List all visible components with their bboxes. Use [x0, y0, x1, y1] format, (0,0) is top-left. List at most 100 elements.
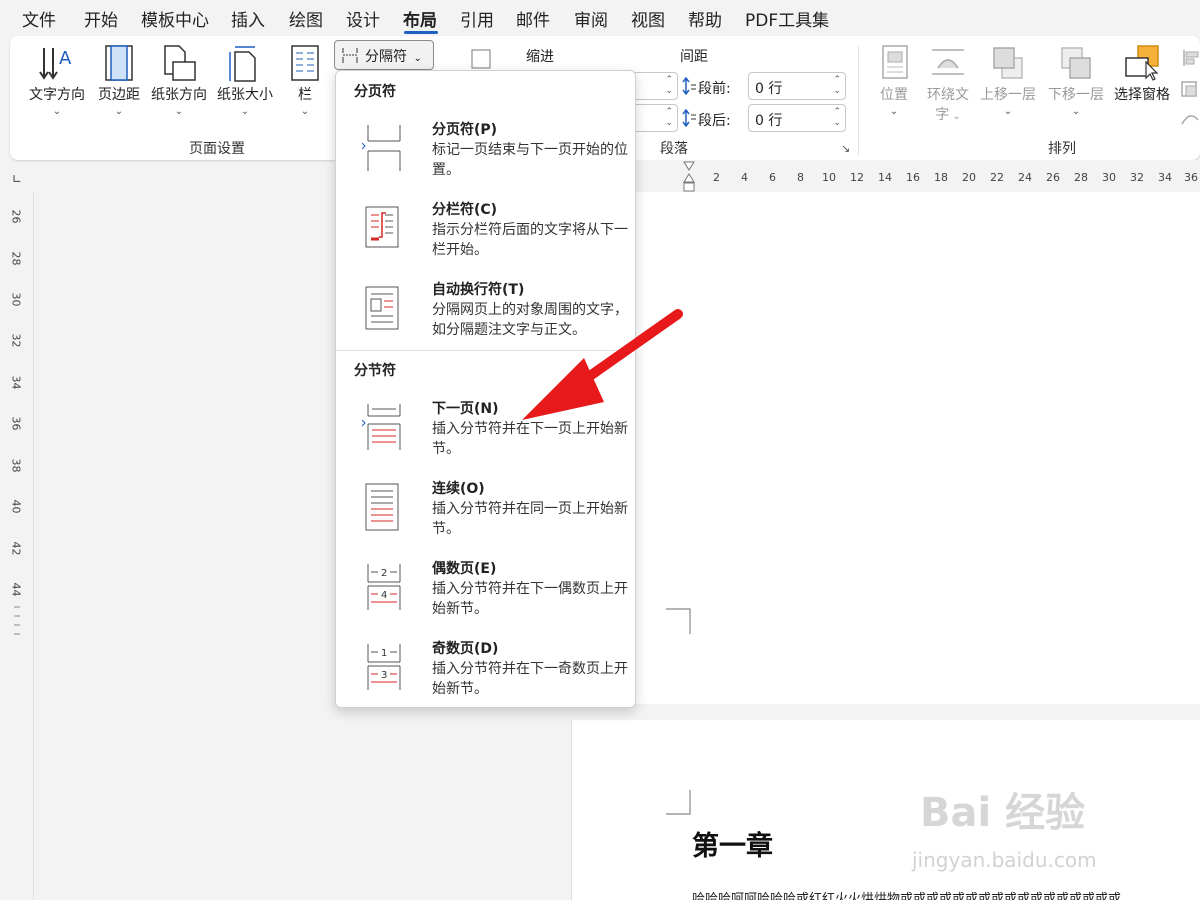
indent-marker-icon[interactable]: [682, 160, 696, 192]
ruler-minor-ticks: [14, 606, 20, 635]
tab-file[interactable]: 文件: [22, 6, 56, 31]
tab-references[interactable]: 引用: [460, 6, 494, 31]
space-before-value: 0 行: [755, 81, 783, 97]
ruler-tick: 2: [713, 171, 720, 184]
page-break-item[interactable]: 分页符(P) 标记一页结束与下一页开始的位置。: [338, 119, 634, 197]
paper-size-icon: [229, 46, 256, 82]
orientation-icon: [164, 45, 196, 81]
selection-pane-button[interactable]: 选择窗格: [1110, 44, 1174, 104]
continuous-section-item[interactable]: 连续(O) 插入分节符并在同一页上开始新节。: [338, 478, 634, 556]
svg-text:4: 4: [381, 590, 387, 601]
space-after-field[interactable]: 0 行 ⌃ ⌄: [748, 104, 846, 132]
column-break-desc: 指示分栏符后面的文字将从下一栏开始。: [432, 222, 628, 258]
chevron-down-icon: ⌄: [300, 106, 310, 117]
spinner-icon: ⌃ ⌄: [665, 75, 673, 96]
spacing-title: 间距: [680, 49, 708, 65]
tab-review[interactable]: 审阅: [574, 6, 608, 31]
next-page-desc: 插入分节符并在下一页上开始新节。: [432, 421, 628, 457]
chevron-down-icon: ⌄: [114, 106, 124, 117]
even-page-title: 偶数页(E): [432, 561, 497, 577]
spinner-icon: ⌃ ⌄: [833, 107, 841, 128]
text-wrapping-break-item[interactable]: 自动换行符(T) 分隔网页上的对象周围的文字，如分隔题注文字与正文。: [338, 279, 634, 357]
columns-label: 栏: [298, 87, 312, 103]
selection-pane-label: 选择窗格: [1114, 87, 1170, 103]
ruler-tick: 22: [990, 171, 1004, 184]
text-direction-label: 文字方向: [29, 87, 85, 103]
text-wrapping-break-desc: 分隔网页上的对象周围的文字，如分隔题注文字与正文。: [432, 302, 628, 338]
ruler-tick: 34: [9, 375, 23, 390]
chevron-down-icon: ⌄: [949, 111, 961, 122]
wrap-text-label: 环绕文: [927, 87, 969, 103]
page-break-desc: 标记一页结束与下一页开始的位置。: [432, 142, 628, 178]
send-backward-label: 下移一层: [1048, 87, 1104, 103]
ruler-tick: 40: [9, 499, 23, 514]
orientation-label: 纸张方向: [151, 87, 207, 103]
columns-button[interactable]: 栏 ⌄: [288, 44, 322, 117]
send-backward-button[interactable]: 下移一层 ⌄: [1044, 44, 1108, 117]
vertical-ruler[interactable]: 26 28 30 32 34 36 38 40 42 44: [0, 192, 34, 900]
body-text[interactable]: 哈哈哈呵呵哈哈哈或红红火火烘烘物或或或或或或或或或或或或或或或或或: [692, 888, 1121, 900]
ruler-tab-selector[interactable]: ∟: [12, 172, 22, 186]
ruler-tick: 12: [850, 171, 864, 184]
page-corner-mark: [666, 790, 691, 815]
document-page[interactable]: 第一章 哈哈哈呵呵哈哈哈或红红火火烘烘物或或或或或或或或或或或或或或或或或: [571, 720, 1200, 900]
space-before-field[interactable]: 0 行 ⌃ ⌄: [748, 72, 846, 100]
margins-button[interactable]: 页边距 ⌄: [94, 44, 144, 117]
ruler-tick: 36: [9, 416, 23, 431]
tab-template-center[interactable]: 模板中心: [141, 6, 209, 31]
breaks-label: 分隔符: [365, 49, 407, 65]
tab-draw[interactable]: 绘图: [289, 6, 323, 31]
page-break-icon: [362, 125, 401, 171]
chevron-down-icon: ⌄: [1003, 106, 1013, 117]
margins-label: 页边距: [98, 87, 140, 103]
bring-forward-button[interactable]: 上移一层 ⌄: [976, 44, 1040, 117]
text-direction-button[interactable]: A 文字方向 ⌄: [26, 44, 88, 117]
tab-home[interactable]: 开始: [84, 6, 118, 31]
ruler-tick: 20: [962, 171, 976, 184]
page-corner-mark: [666, 608, 691, 634]
tab-layout[interactable]: 布局: [403, 6, 437, 31]
line-numbers-icon: [471, 49, 491, 69]
odd-page-section-item[interactable]: 1 3 奇数页(D) 插入分节符并在下一奇数页上开始新节。: [338, 638, 634, 716]
active-tab-indicator: [404, 31, 438, 34]
continuous-title: 连续(O): [432, 481, 485, 497]
ruler-tick: 36: [1184, 171, 1198, 184]
even-page-section-icon: 2 4: [367, 564, 401, 610]
wrap-text-button[interactable]: 环绕文 字 ⌄: [922, 44, 974, 124]
margins-icon: [105, 45, 133, 81]
wrap-text-label-line2: 字: [935, 107, 950, 123]
chevron-down-icon: ⌄: [889, 106, 899, 117]
size-button[interactable]: 纸张大小 ⌄: [214, 44, 276, 117]
next-page-section-item[interactable]: 下一页(N) 插入分节符并在下一页上开始新节。: [338, 398, 634, 476]
chapter-heading[interactable]: 第一章: [692, 824, 773, 863]
tab-design[interactable]: 设计: [346, 6, 380, 31]
odd-page-title: 奇数页(D): [432, 641, 499, 657]
page-break-title: 分页符(P): [432, 122, 498, 138]
horizontal-ruler[interactable]: 2 4 6 8 10 12 14 16 18 20 22 24 26 28 30…: [636, 160, 1200, 192]
ruler-tick: 4: [741, 171, 748, 184]
tab-help[interactable]: 帮助: [688, 6, 722, 31]
orientation-button[interactable]: 纸张方向 ⌄: [148, 44, 210, 117]
tab-mailings[interactable]: 邮件: [516, 6, 550, 31]
position-button[interactable]: 位置 ⌄: [872, 44, 916, 117]
document-page[interactable]: [636, 192, 1200, 704]
svg-text:2: 2: [381, 568, 387, 579]
ruler-tick: 28: [1074, 171, 1088, 184]
ruler-tick: 14: [878, 171, 892, 184]
ruler-tick: 30: [1102, 171, 1116, 184]
ruler-tick: 38: [9, 458, 23, 473]
bring-forward-icon: [993, 47, 1023, 79]
ruler-tick: 24: [1018, 171, 1032, 184]
tab-pdf-tools[interactable]: PDF工具集: [745, 6, 829, 31]
column-break-item[interactable]: 分栏符(C) 指示分栏符后面的文字将从下一栏开始。: [338, 199, 634, 277]
even-page-section-item[interactable]: 2 4 偶数页(E) 插入分节符并在下一偶数页上开始新节。: [338, 558, 634, 636]
continuous-section-icon: [365, 483, 399, 531]
svg-text:A: A: [59, 48, 72, 69]
breaks-icon: [342, 48, 358, 63]
tab-insert[interactable]: 插入: [231, 6, 265, 31]
tab-view[interactable]: 视图: [631, 6, 665, 31]
breaks-button[interactable]: 分隔符 ⌄: [334, 40, 434, 70]
paragraph-dialog-launcher-icon[interactable]: ↘: [841, 142, 850, 155]
text-wrapping-break-icon: [365, 286, 399, 330]
chevron-down-icon: ⌄: [240, 106, 250, 117]
